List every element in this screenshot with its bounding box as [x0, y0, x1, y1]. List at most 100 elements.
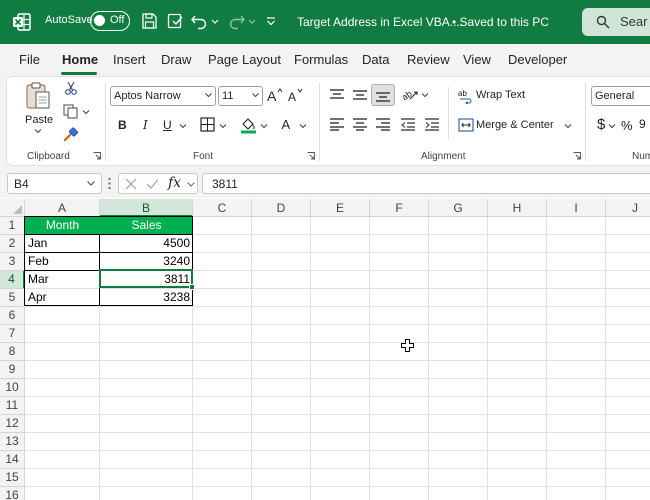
- column-header-g[interactable]: G: [429, 199, 488, 217]
- fill-color-dropdown-chevron-icon[interactable]: [260, 123, 268, 129]
- row-header-10[interactable]: 10: [0, 379, 25, 397]
- row-header-4[interactable]: 4: [0, 271, 25, 289]
- align-center-icon[interactable]: [352, 117, 368, 131]
- row-header-13[interactable]: 13: [0, 433, 25, 451]
- more-options-icon[interactable]: [108, 177, 111, 190]
- font-size-dropdown[interactable]: 11: [218, 86, 263, 106]
- cell-a1-header-month[interactable]: Month: [25, 217, 100, 235]
- column-header-f[interactable]: F: [370, 199, 429, 217]
- row-header-6[interactable]: 6: [0, 307, 25, 325]
- merge-center-button[interactable]: Merge & Center: [476, 119, 554, 131]
- tab-file[interactable]: File: [19, 52, 40, 67]
- percent-style-button[interactable]: %: [621, 118, 633, 133]
- cell-a2[interactable]: Jan: [25, 235, 100, 253]
- row-header-14[interactable]: 14: [0, 451, 25, 469]
- enter-check-icon[interactable]: [146, 178, 159, 190]
- alignment-dialog-launcher-icon[interactable]: [573, 152, 581, 160]
- redo-icon[interactable]: [228, 12, 246, 30]
- fill-color-icon[interactable]: [240, 116, 257, 134]
- fill-handle[interactable]: [189, 284, 195, 290]
- row-header-9[interactable]: 9: [0, 361, 25, 379]
- cancel-icon[interactable]: [125, 178, 137, 190]
- column-header-e[interactable]: E: [311, 199, 370, 217]
- decrease-font-size-icon[interactable]: A: [287, 86, 305, 104]
- wrap-text-icon[interactable]: ab: [458, 88, 474, 104]
- tab-review[interactable]: Review: [407, 52, 450, 67]
- format-painter-icon[interactable]: [63, 127, 79, 142]
- row-header-11[interactable]: 11: [0, 397, 25, 415]
- tab-page-layout[interactable]: Page Layout: [208, 52, 281, 67]
- search-box[interactable]: Sear: [582, 8, 650, 36]
- increase-font-size-icon[interactable]: A: [266, 86, 284, 104]
- wrap-text-button[interactable]: Wrap Text: [476, 89, 525, 101]
- accounting-format-button[interactable]: $: [597, 116, 605, 133]
- cell-a5[interactable]: Apr: [25, 289, 100, 307]
- tab-data[interactable]: Data: [362, 52, 389, 67]
- top-align-icon[interactable]: [329, 88, 345, 102]
- row-header-7[interactable]: 7: [0, 325, 25, 343]
- copy-icon[interactable]: [63, 104, 79, 119]
- column-header-j[interactable]: J: [606, 199, 650, 217]
- tab-formulas[interactable]: Formulas: [294, 52, 348, 67]
- cell-b3[interactable]: 3240: [100, 253, 193, 271]
- save-icon[interactable]: [140, 12, 158, 30]
- italic-button[interactable]: I: [143, 118, 148, 132]
- borders-icon[interactable]: [200, 117, 215, 132]
- font-color-dropdown-chevron-icon[interactable]: [299, 123, 307, 129]
- undo-icon[interactable]: [190, 12, 208, 30]
- document-title[interactable]: Target Address in Excel VBA....: [297, 15, 463, 29]
- underline-dropdown-chevron-icon[interactable]: [179, 123, 187, 129]
- tab-draw[interactable]: Draw: [161, 52, 191, 67]
- chevron-down-icon[interactable]: [187, 182, 195, 187]
- row-header-5[interactable]: 5: [0, 289, 25, 307]
- column-header-h[interactable]: H: [488, 199, 547, 217]
- tab-view[interactable]: View: [463, 52, 491, 67]
- select-all-button[interactable]: [0, 199, 25, 217]
- cut-icon[interactable]: [64, 81, 78, 95]
- clipboard-dialog-launcher-icon[interactable]: [93, 152, 101, 160]
- decrease-indent-icon[interactable]: [400, 117, 416, 131]
- cell-b5[interactable]: 3238: [100, 289, 193, 307]
- align-left-icon[interactable]: [329, 117, 345, 131]
- increase-indent-icon[interactable]: [424, 117, 440, 131]
- column-header-i[interactable]: I: [547, 199, 606, 217]
- undo-dropdown-chevron-icon[interactable]: [210, 12, 220, 30]
- row-header-2[interactable]: 2: [0, 235, 25, 253]
- paste-label[interactable]: Paste: [25, 114, 53, 126]
- tab-insert[interactable]: Insert: [113, 52, 146, 67]
- copy-dropdown-chevron-icon[interactable]: [82, 109, 90, 115]
- cell-a3[interactable]: Feb: [25, 253, 100, 271]
- redo-dropdown-chevron-icon[interactable]: [247, 12, 257, 30]
- row-header-12[interactable]: 12: [0, 415, 25, 433]
- bold-button[interactable]: B: [118, 118, 127, 132]
- column-header-a[interactable]: A: [25, 199, 100, 217]
- cell-a4[interactable]: Mar: [25, 271, 100, 289]
- worksheet-grid[interactable]: A B C D E F G H I J 1 2 3 4 5 6 7 8 9 10…: [0, 199, 650, 500]
- orientation-icon[interactable]: ab: [401, 86, 419, 102]
- font-name-dropdown[interactable]: Aptos Narrow: [110, 86, 216, 106]
- column-header-d[interactable]: D: [252, 199, 311, 217]
- middle-align-icon[interactable]: [352, 88, 368, 102]
- merge-center-icon[interactable]: [458, 118, 474, 132]
- touch-mode-icon[interactable]: [166, 12, 184, 30]
- borders-dropdown-chevron-icon[interactable]: [219, 123, 227, 129]
- row-header-3[interactable]: 3: [0, 253, 25, 271]
- row-header-16[interactable]: 16: [0, 487, 25, 500]
- paste-icon[interactable]: [23, 81, 53, 111]
- tab-developer[interactable]: Developer: [508, 52, 567, 67]
- merge-center-dropdown-chevron-icon[interactable]: [564, 123, 572, 129]
- row-header-8[interactable]: 8: [0, 343, 25, 361]
- bottom-align-button[interactable]: [371, 84, 395, 106]
- accounting-dropdown-chevron-icon[interactable]: [608, 123, 616, 129]
- cell-b1-header-sales[interactable]: Sales: [100, 217, 193, 235]
- cell-b4[interactable]: 3811: [100, 271, 193, 289]
- cell-b2[interactable]: 4500: [100, 235, 193, 253]
- row-header-15[interactable]: 15: [0, 469, 25, 487]
- comma-style-icon[interactable]: 9: [639, 117, 650, 131]
- align-right-icon[interactable]: [375, 117, 391, 131]
- number-format-dropdown[interactable]: General: [591, 86, 650, 106]
- name-box[interactable]: B4: [7, 173, 102, 194]
- paste-dropdown-chevron-icon[interactable]: [34, 128, 42, 134]
- row-header-1[interactable]: 1: [0, 217, 25, 235]
- autosave-toggle[interactable]: Off: [90, 11, 130, 31]
